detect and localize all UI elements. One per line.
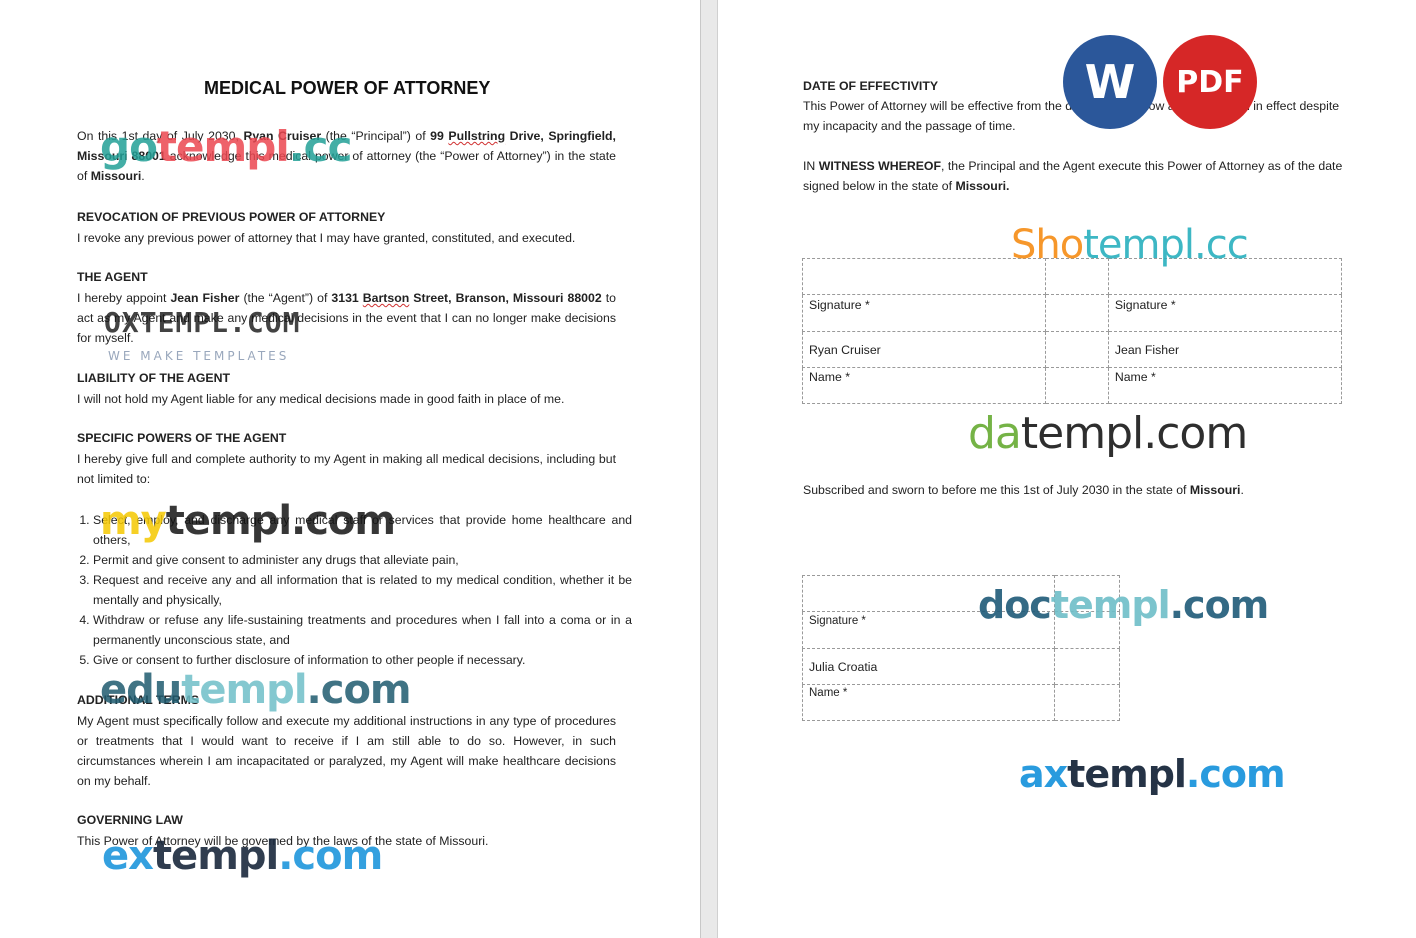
name-label: Name * [801, 367, 1047, 404]
page-divider [700, 0, 701, 938]
powers-list-item: Request and receive any and all informat… [93, 570, 632, 610]
document-title: MEDICAL POWER OF ATTORNEY [204, 78, 491, 98]
agent-address: 3131 Bartson Street, Branson, Missouri 8… [331, 291, 602, 305]
signature-table: Signature * Signature * Ryan Cruiser Jea… [801, 258, 1343, 404]
doctempl-watermark: doctempl.com [978, 583, 1269, 627]
notary-printed-name: Julia Croatia [802, 648, 1055, 685]
principal-printed-name: Ryan Cruiser [801, 331, 1047, 368]
witness-paragraph: IN WITNESS WHEREOF, the Principal and th… [803, 159, 1343, 193]
axtempl-watermark: axtempl.com [1019, 752, 1286, 796]
effectivity-heading: DATE OF EFFECTIVITY [803, 79, 939, 93]
agent-name: Jean Fisher [170, 291, 240, 305]
additional-text: My Agent must specifically follow and ex… [77, 714, 616, 788]
name-label: Name * [802, 684, 1055, 721]
edutempl-watermark: edutempl.com [100, 667, 412, 713]
oxtempl-watermark: OXTEMPL.COM [104, 306, 301, 339]
sworn-statement: Subscribed and sworn to before me this 1… [803, 483, 1244, 497]
oxtempl-tagline: WE MAKE TEMPLATES [108, 349, 290, 363]
pdf-format-icon[interactable]: PDF [1163, 35, 1257, 129]
powers-heading: SPECIFIC POWERS OF THE AGENT [77, 431, 287, 445]
intro-state: Missouri [90, 169, 142, 183]
name-label: Name * [1107, 367, 1343, 404]
revocation-text: I revoke any previous power of attorney … [77, 231, 576, 245]
document-page-right: DATE OF EFFECTIVITY This Power of Attorn… [718, 0, 1416, 938]
mytempl-watermark: mytempl.com [100, 498, 396, 544]
agent-heading: THE AGENT [77, 270, 148, 284]
governing-heading: GOVERNING LAW [77, 813, 183, 827]
document-page-left: MEDICAL POWER OF ATTORNEY On this 1st da… [0, 0, 700, 938]
shotempl-watermark: Shotempl.cc [1011, 222, 1249, 268]
powers-list-item: Withdraw or refuse any life-sustaining t… [93, 610, 632, 650]
word-format-icon[interactable]: W [1063, 35, 1157, 129]
extempl-watermark: extempl.com [102, 833, 383, 879]
gotempl-watermark: gotempl.cc [100, 122, 352, 171]
datempl-watermark: datempl.com [968, 408, 1248, 459]
agent-printed-name: Jean Fisher [1107, 331, 1343, 368]
signature-label: Signature * [801, 294, 1047, 332]
liability-text: I will not hold my Agent liable for any … [77, 392, 565, 406]
signature-label: Signature * [1107, 294, 1343, 332]
powers-list-item: Permit and give consent to administer an… [93, 550, 632, 570]
powers-text: I hereby give full and complete authorit… [77, 452, 616, 486]
revocation-heading: REVOCATION OF PREVIOUS POWER OF ATTORNEY [77, 210, 386, 224]
liability-heading: LIABILITY OF THE AGENT [77, 371, 231, 385]
principal-signature-line[interactable] [801, 258, 1047, 295]
